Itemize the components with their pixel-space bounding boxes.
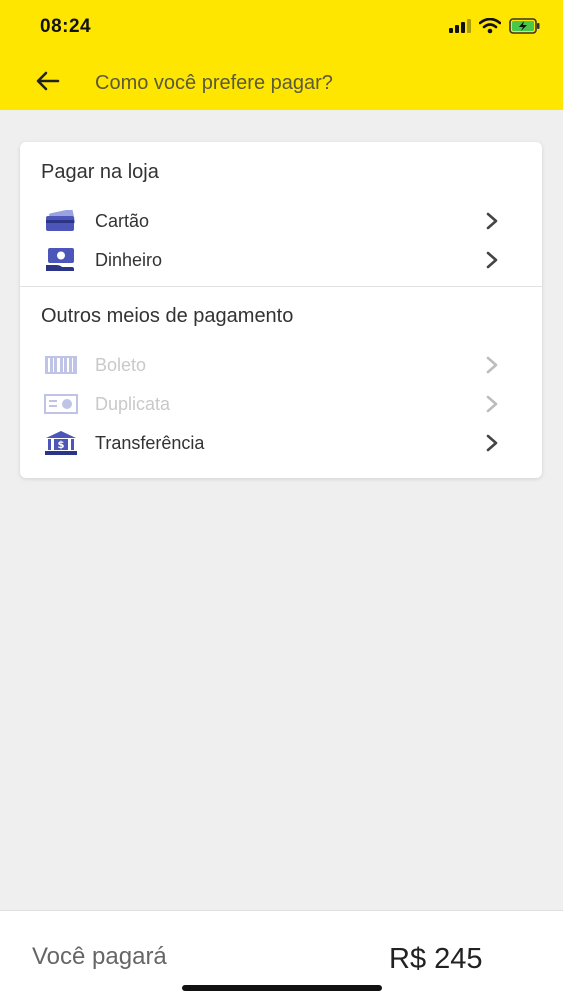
wifi-icon (478, 17, 502, 39)
section-divider (20, 286, 542, 287)
payment-option-boleto: Boleto (20, 346, 542, 384)
total-amount: R$ 245 (389, 943, 483, 975)
status-time: 08:24 (40, 16, 92, 37)
payment-option-label: Cartão (95, 210, 150, 231)
payment-option-duplicata: Duplicata (20, 385, 542, 423)
payment-option-label: Boleto (95, 354, 147, 375)
bill-icon (44, 391, 78, 417)
credit-card-icon (44, 208, 78, 234)
payment-option-label: Transferência (95, 432, 205, 453)
home-indicator[interactable] (182, 985, 382, 991)
back-button[interactable] (30, 66, 66, 100)
top-app-bar: 08:24 Como você prefere pagar? (0, 0, 563, 110)
total-label: Você pagará (32, 943, 167, 970)
battery-charging-icon (509, 17, 541, 39)
chevron-right-icon (482, 250, 502, 270)
chevron-right-icon (482, 433, 502, 453)
svg-text:$: $ (58, 440, 65, 451)
payment-option-transfer[interactable]: $ Transferência (20, 424, 542, 462)
bank-icon: $ (44, 430, 78, 456)
status-icons (449, 17, 541, 39)
payment-option-label: Dinheiro (95, 249, 163, 270)
cellular-signal-icon (449, 18, 471, 38)
payment-option-card[interactable]: Cartão (20, 202, 542, 240)
payment-options-card: Pagar na loja Cartão Dinheiro Outros mei… (20, 142, 542, 478)
payment-option-cash[interactable]: Dinheiro (20, 241, 542, 279)
chevron-right-icon (482, 211, 502, 231)
payment-option-label: Duplicata (95, 393, 171, 414)
chevron-right-icon (482, 394, 502, 414)
barcode-icon (44, 352, 78, 378)
arrow-left-icon (36, 71, 60, 96)
section-title-other: Outros meios de pagamento (41, 305, 294, 327)
cash-hand-icon (44, 247, 78, 273)
section-title-store: Pagar na loja (41, 161, 159, 183)
page-title: Como você prefere pagar? (95, 72, 333, 94)
chevron-right-icon (482, 355, 502, 375)
